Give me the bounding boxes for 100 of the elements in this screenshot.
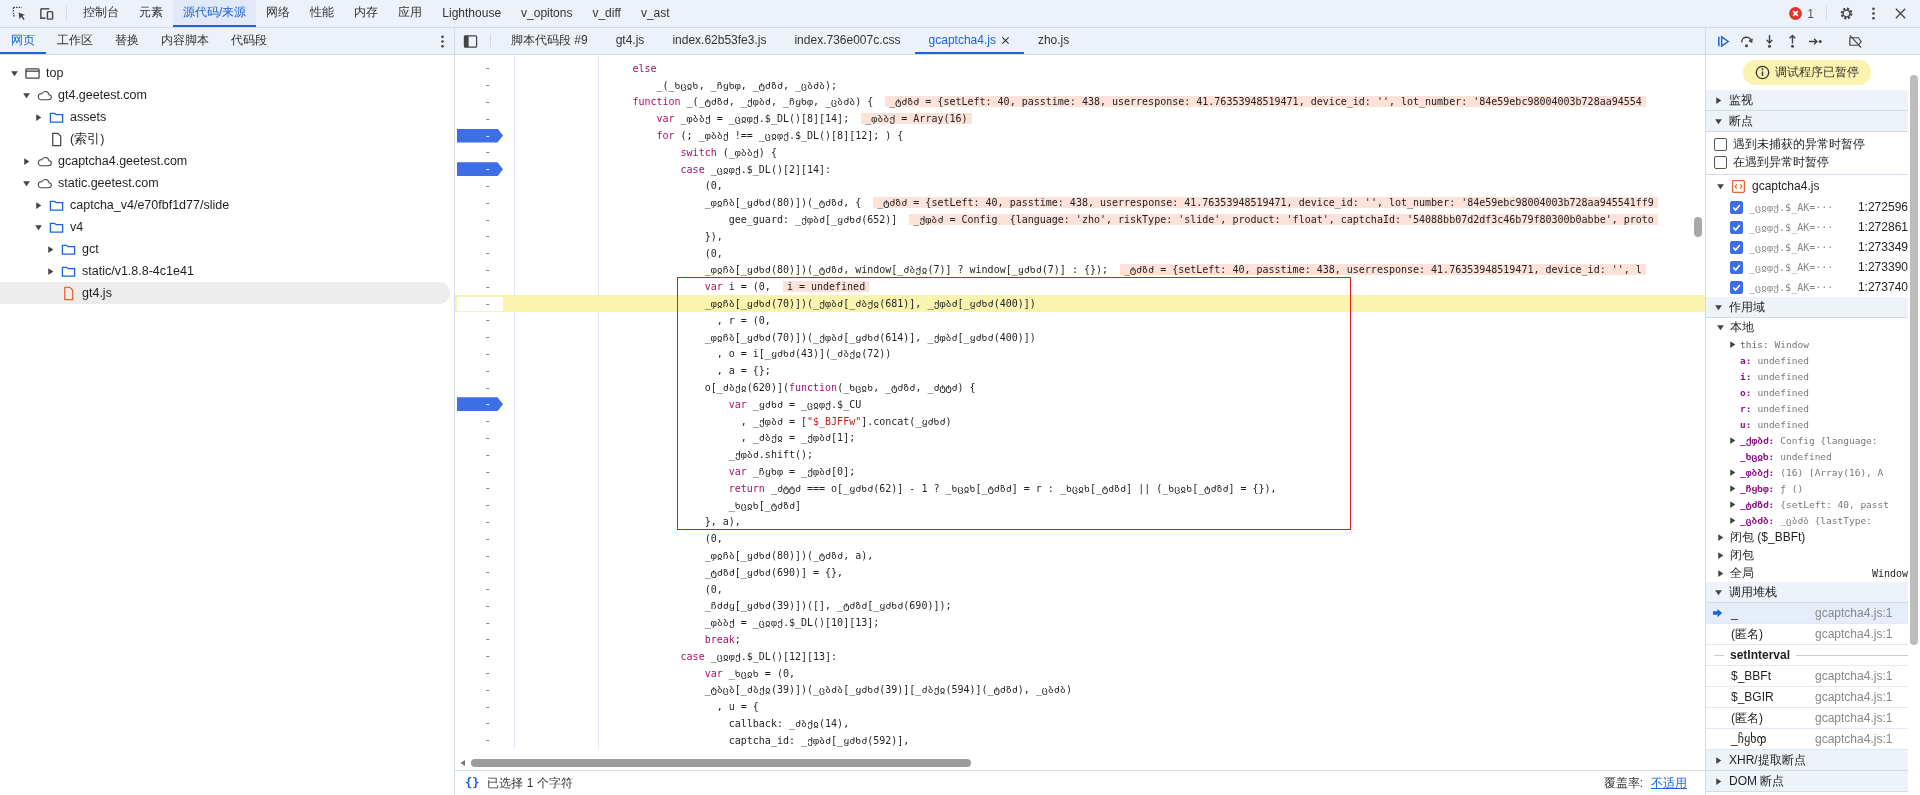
collapsed-arrow-icon[interactable] bbox=[1728, 339, 1737, 349]
collapsed-arrow-icon[interactable] bbox=[46, 244, 55, 254]
checkbox[interactable] bbox=[1714, 155, 1727, 169]
panel-tab[interactable]: 应用 bbox=[388, 0, 433, 27]
section-header[interactable]: XHR/提取断点 bbox=[1706, 750, 1908, 771]
panel-tab[interactable]: 内存 bbox=[344, 0, 389, 27]
expanded-arrow-icon[interactable] bbox=[22, 90, 31, 100]
checkbox[interactable] bbox=[1730, 260, 1743, 274]
scope-group[interactable]: 闭包 bbox=[1706, 546, 1908, 564]
expanded-arrow-icon[interactable] bbox=[1714, 587, 1723, 597]
navigator-tab[interactable]: 网页 bbox=[0, 28, 46, 54]
collapsed-arrow-icon[interactable] bbox=[1728, 499, 1737, 509]
sidebar-toggle-icon[interactable] bbox=[463, 33, 478, 49]
tree-item[interactable]: static.geetest.com bbox=[0, 172, 450, 194]
resume-icon[interactable] bbox=[1716, 33, 1731, 49]
file-tab[interactable]: index.736e007c.css bbox=[780, 28, 915, 54]
scrollbar-thumb[interactable] bbox=[1694, 217, 1702, 237]
panel-tab[interactable]: v_opitons bbox=[511, 0, 583, 27]
tree-item[interactable]: gcaptcha4.geetest.com bbox=[0, 150, 450, 172]
collapsed-arrow-icon[interactable] bbox=[1728, 435, 1737, 445]
section-header[interactable]: 调用堆栈 bbox=[1706, 582, 1908, 603]
scope-group[interactable]: 全局 Window bbox=[1706, 564, 1908, 582]
scrollbar-thumb[interactable] bbox=[471, 759, 971, 767]
tree-item[interactable]: static/v1.8.8-4c1e41 bbox=[0, 260, 450, 282]
collapsed-arrow-icon[interactable] bbox=[1716, 568, 1725, 578]
tree-item[interactable]: assets bbox=[0, 106, 450, 128]
breakpoint-file[interactable]: gcaptcha4.js bbox=[1706, 175, 1908, 197]
collapsed-arrow-icon[interactable] bbox=[1728, 483, 1737, 493]
tree-item[interactable]: captcha_v4/e70fbf1d77/slide bbox=[0, 194, 450, 216]
expanded-arrow-icon[interactable] bbox=[1714, 302, 1723, 312]
navigator-tab[interactable]: 内容脚本 bbox=[150, 28, 220, 54]
checkbox[interactable] bbox=[1730, 220, 1743, 234]
checkbox[interactable] bbox=[1730, 200, 1743, 214]
tree-item[interactable]: gt4.js bbox=[0, 282, 450, 304]
deactivate-breakpoints-icon[interactable] bbox=[1848, 33, 1863, 49]
close-icon[interactable] bbox=[1000, 35, 1010, 45]
panel-tab[interactable]: v_ast bbox=[630, 0, 680, 27]
file-tab[interactable]: gt4.js bbox=[601, 28, 659, 54]
panel-tab[interactable]: 性能 bbox=[300, 0, 345, 27]
file-tab[interactable]: gcaptcha4.js bbox=[914, 28, 1024, 54]
scope-group[interactable]: 闭包 ($_BBFt) bbox=[1706, 528, 1908, 546]
expanded-arrow-icon[interactable] bbox=[1716, 181, 1725, 191]
tree-item[interactable]: v4 bbox=[0, 216, 450, 238]
tree-item[interactable]: top bbox=[0, 62, 450, 84]
pretty-print-button[interactable]: {} bbox=[465, 776, 480, 790]
scroll-left-icon[interactable] bbox=[459, 759, 467, 767]
scope-group[interactable]: 本地 bbox=[1706, 318, 1908, 336]
expanded-arrow-icon[interactable] bbox=[22, 178, 31, 188]
call-frame[interactable]: $_BGIR gcaptcha4.js:1 bbox=[1706, 687, 1908, 708]
section-header[interactable]: 作用域 bbox=[1706, 297, 1908, 318]
call-frame[interactable]: $_BBFt gcaptcha4.js:1 bbox=[1706, 666, 1908, 687]
inspect-element-icon[interactable] bbox=[12, 6, 27, 21]
coverage-link[interactable]: 不适用 bbox=[1651, 774, 1687, 792]
collapsed-arrow-icon[interactable] bbox=[22, 156, 31, 166]
call-frame[interactable]: (匿名) gcaptcha4.js:1 bbox=[1706, 708, 1908, 729]
panel-tab[interactable]: 控制台 bbox=[73, 0, 129, 27]
collapsed-arrow-icon[interactable] bbox=[1714, 95, 1723, 105]
collapsed-arrow-icon[interactable] bbox=[34, 112, 43, 122]
panel-tab[interactable]: Lighthouse bbox=[432, 0, 512, 27]
expanded-arrow-icon[interactable] bbox=[34, 222, 43, 232]
navigator-tab[interactable]: 工作区 bbox=[46, 28, 104, 54]
collapsed-arrow-icon[interactable] bbox=[1716, 550, 1725, 560]
panel-tab[interactable]: 网络 bbox=[256, 0, 301, 27]
tree-item[interactable]: gct bbox=[0, 238, 450, 260]
panel-tab[interactable]: 源代码/来源 bbox=[173, 0, 257, 27]
breakpoint-marker[interactable]: - bbox=[457, 162, 503, 177]
file-tab[interactable]: index.62b53fe3.js bbox=[658, 28, 781, 54]
error-count-badge[interactable]: 1 bbox=[1782, 0, 1820, 27]
checkbox[interactable] bbox=[1730, 280, 1743, 294]
scrollbar-thumb[interactable] bbox=[1910, 75, 1918, 645]
navigator-tab[interactable]: 代码段 bbox=[220, 28, 278, 54]
navigator-tab[interactable]: 替换 bbox=[104, 28, 150, 54]
collapsed-arrow-icon[interactable] bbox=[1728, 515, 1737, 525]
checkbox[interactable] bbox=[1730, 240, 1743, 254]
call-frame[interactable]: (匿名) gcaptcha4.js:1 bbox=[1706, 624, 1908, 645]
tree-item[interactable]: (索引) bbox=[0, 128, 450, 150]
line-number[interactable]: - bbox=[457, 296, 503, 311]
collapsed-arrow-icon[interactable] bbox=[46, 266, 55, 276]
collapsed-arrow-icon[interactable] bbox=[1716, 532, 1725, 542]
file-tab[interactable]: zho.js bbox=[1023, 28, 1084, 54]
section-header[interactable]: DOM 断点 bbox=[1706, 771, 1908, 792]
checkbox[interactable] bbox=[1714, 137, 1727, 151]
tree-item[interactable]: gt4.geetest.com bbox=[0, 84, 450, 106]
expanded-arrow-icon[interactable] bbox=[1714, 116, 1723, 126]
close-icon[interactable] bbox=[1893, 6, 1908, 21]
breakpoint-marker[interactable]: - bbox=[457, 397, 503, 412]
expanded-arrow-icon[interactable] bbox=[1716, 322, 1725, 332]
file-tab[interactable]: 脚本代码段 #9 bbox=[497, 28, 602, 54]
breakpoint-marker[interactable]: - bbox=[457, 128, 503, 143]
collapsed-arrow-icon[interactable] bbox=[1714, 776, 1723, 786]
collapsed-arrow-icon[interactable] bbox=[34, 200, 43, 210]
settings-icon[interactable] bbox=[1839, 6, 1854, 21]
collapsed-arrow-icon[interactable] bbox=[1728, 467, 1737, 477]
expanded-arrow-icon[interactable] bbox=[10, 68, 19, 78]
section-header[interactable]: 监视 bbox=[1706, 90, 1908, 111]
section-header[interactable]: 断点 bbox=[1706, 111, 1908, 132]
collapsed-arrow-icon[interactable] bbox=[1714, 755, 1723, 765]
panel-tab[interactable]: 元素 bbox=[129, 0, 173, 27]
call-frame[interactable]: _ gcaptcha4.js:1 bbox=[1706, 603, 1908, 624]
device-toolbar-icon[interactable] bbox=[39, 6, 54, 21]
